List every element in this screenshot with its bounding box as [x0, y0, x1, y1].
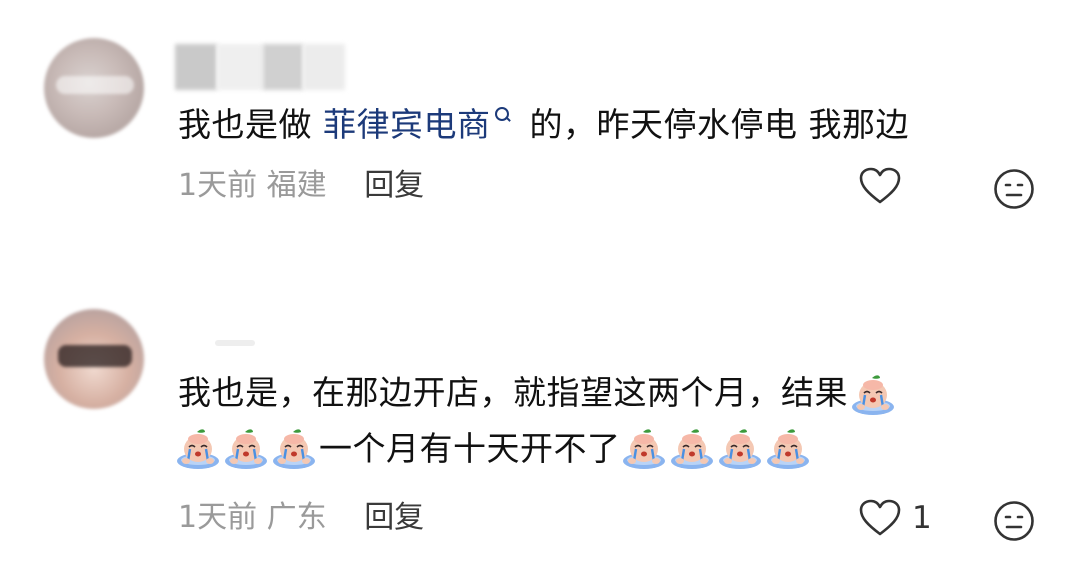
like-count: 1	[912, 500, 932, 536]
comment-meta: 1天前 广东 回复	[178, 498, 424, 538]
like-button[interactable]	[858, 166, 912, 206]
comment-item: 我也是做 菲律宾电商 的，昨天停水停电 我那边 1天前 福建 回复	[0, 0, 1080, 240]
avatar[interactable]	[44, 38, 144, 138]
comment-text-line-1: 我也是，在那边开店，就指望这两个月，结果	[178, 371, 898, 417]
avatar[interactable]	[44, 309, 144, 409]
comment-text: 一个月有十天开不了	[319, 429, 621, 468]
comment-text-prefix: 我也是做	[178, 105, 323, 144]
comment-location: 福建	[266, 168, 327, 203]
comment-text-suffix: 的，昨天停水停电 我那边	[518, 105, 909, 144]
crying-sticker-icon	[850, 373, 896, 417]
comment-location: 广东	[266, 500, 327, 535]
comment-meta: 1天前 福建 回复	[178, 166, 424, 206]
comment-text: 我也是做 菲律宾电商 的，昨天停水停电 我那边	[178, 103, 909, 147]
crying-sticker-icon	[621, 427, 667, 471]
comment-text-line-2: 一个月有十天开不了	[175, 427, 813, 471]
crying-sticker-icon	[765, 427, 811, 471]
crying-sticker-icon	[271, 427, 317, 471]
emoji-reaction-button[interactable]	[993, 500, 1035, 546]
comment-time: 1天前	[178, 500, 258, 535]
heart-outline-icon	[858, 166, 902, 206]
emoji-reaction-button[interactable]	[993, 168, 1035, 214]
reply-button[interactable]: 回复	[364, 500, 424, 535]
crying-sticker-icon	[717, 427, 763, 471]
username-redacted[interactable]	[215, 340, 255, 346]
comment-text: 我也是，在那边开店，就指望这两个月，结果	[178, 373, 848, 412]
like-button[interactable]: 1	[858, 498, 932, 538]
username-redacted[interactable]	[175, 44, 345, 90]
search-link[interactable]: 菲律宾电商	[323, 105, 491, 144]
crying-sticker-icon	[223, 427, 269, 471]
comment-item: 我也是，在那边开店，就指望这两个月，结果 一个月有十天开不了 1天前 广东 回复…	[0, 295, 1080, 564]
comment-time: 1天前	[178, 168, 258, 203]
search-icon[interactable]	[493, 107, 513, 127]
crying-sticker-icon	[669, 427, 715, 471]
reply-button[interactable]: 回复	[364, 168, 424, 203]
neutral-face-icon	[993, 500, 1035, 542]
neutral-face-icon	[993, 168, 1035, 210]
crying-sticker-icon	[175, 427, 221, 471]
heart-outline-icon	[858, 498, 902, 538]
